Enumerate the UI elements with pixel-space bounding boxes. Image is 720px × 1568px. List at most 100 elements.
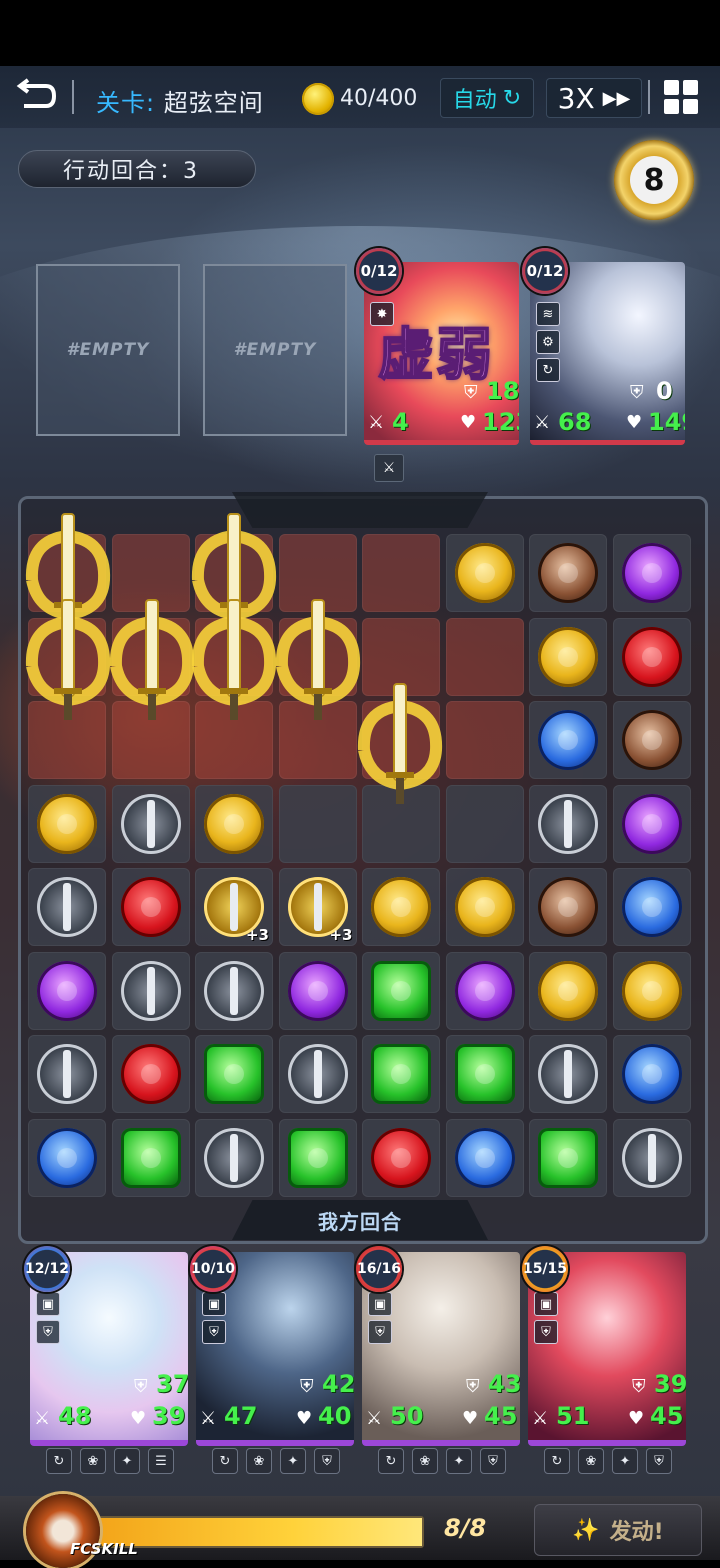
board-cell[interactable] [612, 1035, 691, 1113]
energy-count: 8/8 [444, 1514, 487, 1542]
board-cell[interactable] [529, 951, 607, 1030]
hero-charge-badge: 15/15 [522, 1246, 568, 1292]
hero-hp: 40 [318, 1402, 352, 1430]
board-cell[interactable] [612, 868, 691, 946]
board-cell[interactable] [195, 1035, 273, 1113]
board-cell[interactable] [278, 1035, 357, 1113]
board-cell[interactable]: +3 [195, 868, 273, 946]
board-cell[interactable] [28, 1118, 106, 1197]
board-cell[interactable] [445, 868, 524, 946]
board-cell[interactable] [28, 1035, 106, 1113]
bonus-label: +3 [329, 926, 353, 944]
launch-button[interactable]: ✨ 发动! [534, 1504, 702, 1556]
cycle-icon: ↻ [536, 358, 560, 382]
hero-shield: 39 [654, 1370, 686, 1398]
enemy-shield: 0 [656, 377, 673, 405]
purple-gem-icon [454, 960, 515, 1021]
skill-icon: ⛨ [480, 1448, 506, 1474]
board-cell[interactable] [529, 868, 607, 946]
board-cell[interactable] [445, 617, 524, 696]
board-cell[interactable] [111, 784, 190, 863]
board-cell[interactable] [612, 784, 691, 863]
board-cell[interactable] [529, 617, 607, 696]
green-gem-icon [371, 960, 431, 1021]
hero-shield: 43 [488, 1370, 520, 1398]
blue-gem-icon [621, 877, 682, 937]
skill-icon: ✦ [114, 1448, 140, 1474]
hero-hp: 45 [484, 1402, 518, 1430]
buff-icon: ▣ [368, 1292, 392, 1316]
menu-grid-button[interactable] [664, 80, 698, 114]
board-cell[interactable] [612, 534, 691, 612]
board-cell[interactable] [28, 868, 106, 946]
purple-gem-icon [621, 793, 682, 854]
enemy-buff-icons: ≋ ⚙ ↻ [536, 302, 560, 382]
board-cell[interactable] [362, 534, 440, 612]
skill-icon: ↻ [46, 1448, 72, 1474]
fast-forward-icon: ▶▶ [602, 87, 631, 109]
sword-icon: ⚔ [368, 412, 385, 433]
launch-label: 发动! [609, 1520, 664, 1545]
board-cell[interactable] [111, 1118, 190, 1197]
board-cell[interactable] [362, 1035, 440, 1113]
sword-icon: ⚔ [532, 1408, 549, 1429]
board-cell[interactable] [278, 1118, 357, 1197]
gold-gem-icon [37, 793, 97, 854]
board-cell[interactable] [195, 784, 273, 863]
board-cell[interactable] [28, 784, 106, 863]
board-cell[interactable] [445, 784, 524, 863]
board-cell[interactable] [612, 1118, 691, 1197]
board-cell[interactable] [111, 868, 190, 946]
heart-icon: ♥ [460, 412, 477, 433]
refresh-icon: ↻ [502, 85, 522, 111]
fcskill-label: FCSKILL [70, 1540, 138, 1558]
board-cell[interactable] [612, 701, 691, 779]
golden-sword-effect-icon [20, 596, 116, 746]
board-cell[interactable] [111, 951, 190, 1030]
board-cell[interactable] [445, 701, 524, 779]
board-cell[interactable] [612, 951, 691, 1030]
board-cell[interactable] [195, 951, 273, 1030]
skill-icon: ✦ [446, 1448, 472, 1474]
red-gem-icon [120, 1044, 181, 1104]
blue-gem-icon [454, 1127, 515, 1188]
enemy-hp: 149 [648, 408, 685, 436]
buff-icon: ⛨ [534, 1320, 558, 1344]
board-cell[interactable] [529, 701, 607, 779]
buff-icon: ▣ [534, 1292, 558, 1316]
board-cell[interactable] [111, 1035, 190, 1113]
sword-icon: ⚔ [200, 1408, 217, 1429]
board-cell[interactable] [445, 951, 524, 1030]
board-cell[interactable] [529, 1035, 607, 1113]
heart-icon: ♥ [296, 1408, 313, 1429]
board-cell[interactable]: +3 [278, 868, 357, 946]
sword-gem-icon [204, 1127, 264, 1188]
board-cell[interactable] [362, 868, 440, 946]
speed-button[interactable]: 3X ▶▶ [546, 78, 642, 118]
enemy-attack: 68 [558, 408, 592, 436]
board-cell[interactable] [529, 534, 607, 612]
enemy-hp: 123 [482, 408, 519, 436]
board-cell[interactable] [278, 784, 357, 863]
board-cell[interactable] [529, 784, 607, 863]
auto-button[interactable]: 自动 ↻ [440, 78, 534, 118]
hero-buff-icons: ▣ ⛨ [534, 1292, 558, 1344]
board-cell[interactable] [195, 1118, 273, 1197]
hero-skill-icons: ↻ ❀ ✦ ⛨ [378, 1448, 506, 1474]
board-cell[interactable] [612, 617, 691, 696]
green-gem-icon [371, 1044, 431, 1104]
board-cell[interactable] [362, 951, 440, 1030]
target-sword-icon[interactable]: ⚔ [374, 454, 404, 482]
board-cell[interactable] [445, 1035, 524, 1113]
board-cell[interactable] [445, 534, 524, 612]
golden-sword-effect-icon [352, 680, 448, 830]
skill-icon: ❀ [246, 1448, 272, 1474]
board-cell[interactable] [28, 951, 106, 1030]
board-cell[interactable] [362, 1118, 440, 1197]
board-cell[interactable] [445, 1118, 524, 1197]
board-cell[interactable] [278, 951, 357, 1030]
buff-icon: ⛨ [368, 1320, 392, 1344]
board-cell[interactable] [529, 1118, 607, 1197]
back-button[interactable] [14, 78, 58, 114]
coin-icon [302, 83, 334, 115]
